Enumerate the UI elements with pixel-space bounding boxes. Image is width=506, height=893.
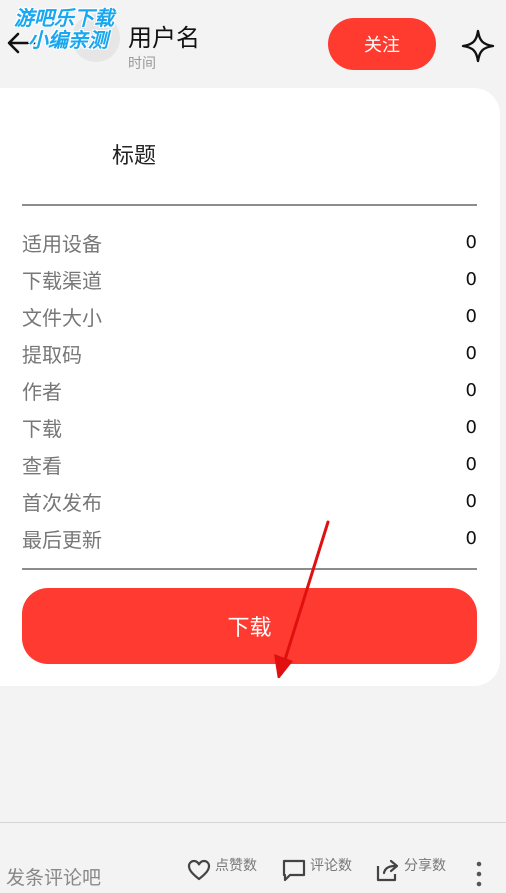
share-count-label: 分享数 <box>404 858 446 874</box>
info-value: 0 <box>465 379 477 401</box>
info-label: 文件大小 <box>22 305 102 330</box>
comment-count-label: 评论数 <box>310 858 352 874</box>
heart-icon <box>187 859 211 881</box>
info-label: 查看 <box>22 453 62 478</box>
bottom-divider <box>22 568 477 570</box>
info-value: 0 <box>465 305 477 327</box>
watermark-line1: 游吧乐下载 <box>14 6 114 30</box>
like-count-label: 点赞数 <box>215 858 257 874</box>
info-label: 下载 <box>22 416 62 441</box>
download-button[interactable]: 下载 <box>22 588 477 664</box>
sparkle-star-icon[interactable] <box>460 28 496 64</box>
info-value: 0 <box>465 268 477 290</box>
watermark-logo: 游吧乐下载 小编亲测 <box>14 8 144 50</box>
bottom-bar: 发条评论吧 点赞数 评论数 分享数 <box>0 822 506 893</box>
comment-bubble-icon <box>282 859 306 882</box>
page-title: 标题 <box>112 144 157 169</box>
info-label: 最后更新 <box>22 527 102 552</box>
info-row: 首次发布 0 <box>22 486 477 516</box>
info-row: 下载 0 <box>22 412 477 442</box>
more-vertical-icon[interactable] <box>471 859 487 889</box>
info-row: 下载渠道 0 <box>22 264 477 294</box>
info-row: 作者 0 <box>22 375 477 405</box>
info-row: 提取码 0 <box>22 338 477 368</box>
comment-count-button[interactable]: 评论数 <box>281 855 352 889</box>
red-arrow-annotation <box>274 520 330 678</box>
follow-button[interactable]: 关注 <box>328 18 436 70</box>
info-row: 最后更新 0 <box>22 523 477 553</box>
info-value: 0 <box>465 527 477 549</box>
info-row: 适用设备 0 <box>22 227 477 257</box>
info-value: 0 <box>465 416 477 438</box>
info-value: 0 <box>465 342 477 364</box>
info-label: 下载渠道 <box>22 268 102 293</box>
comment-input[interactable]: 发条评论吧 <box>6 863 101 890</box>
post-time: 时间 <box>128 56 156 72</box>
info-label: 作者 <box>22 379 62 404</box>
like-button[interactable]: 点赞数 <box>186 855 257 889</box>
watermark-line2: 小编亲测 <box>28 28 108 52</box>
info-label: 提取码 <box>22 342 82 367</box>
info-value: 0 <box>465 453 477 475</box>
top-header: 用户名 时间 关注 游吧乐下载 小编亲测 <box>0 0 506 88</box>
info-row: 查看 0 <box>22 449 477 479</box>
info-value: 0 <box>465 231 477 253</box>
top-divider <box>22 204 477 206</box>
info-value: 0 <box>465 490 477 512</box>
info-row: 文件大小 0 <box>22 301 477 331</box>
share-button[interactable]: 分享数 <box>375 855 446 889</box>
info-label: 首次发布 <box>22 490 102 515</box>
share-icon <box>376 859 399 882</box>
info-label: 适用设备 <box>22 231 102 256</box>
detail-card: 标题 适用设备 0 下载渠道 0 文件大小 0 提取码 0 作者 0 下载 0 … <box>0 88 500 686</box>
